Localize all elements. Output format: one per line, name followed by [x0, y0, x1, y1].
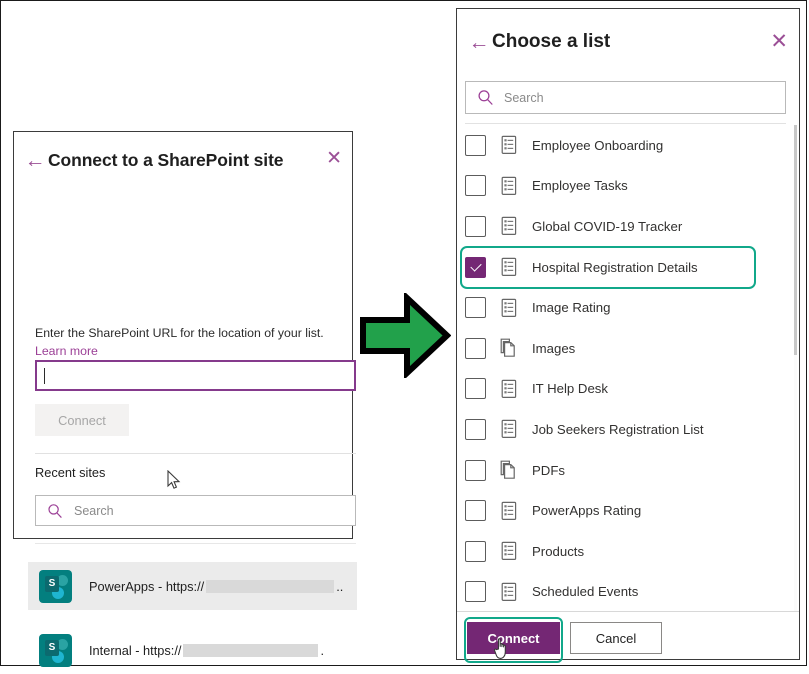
list-options-container[interactable]: Employee Onboarding Employee Tasks Global …: [458, 125, 799, 610]
checkbox-checked[interactable]: [465, 256, 486, 278]
back-arrow-icon[interactable]: ←: [466, 32, 492, 53]
search-icon: [466, 89, 504, 106]
list-item[interactable]: Products: [458, 531, 799, 572]
site-url-text: PowerApps - https:// ..: [89, 579, 343, 594]
list-item-label: Hospital Registration Details: [532, 259, 698, 275]
checkbox[interactable]: [465, 459, 486, 481]
cancel-button[interactable]: Cancel: [570, 622, 662, 654]
learn-more-link[interactable]: Learn more: [35, 344, 98, 358]
checkbox[interactable]: [465, 378, 486, 400]
right-arrow-icon: [360, 293, 451, 378]
list-icon: [500, 379, 518, 399]
library-icon: [500, 460, 518, 480]
choose-a-list-panel: ← Choose a list ✕ Search Employee Onboar…: [456, 8, 800, 663]
redacted-url: [183, 643, 319, 657]
list-item[interactable]: PDFs: [458, 450, 799, 491]
search-icon: [36, 503, 74, 519]
list-item[interactable]: Image Rating: [458, 287, 799, 328]
page-title: Connect to a SharePoint site: [48, 149, 284, 170]
scrollbar-thumb[interactable]: [794, 125, 797, 355]
list-item[interactable]: Job Seekers Registration List: [458, 409, 799, 450]
close-icon[interactable]: ✕: [326, 149, 342, 168]
divider: [457, 611, 799, 612]
list-icon: [500, 419, 518, 439]
left-panel-header: ← Connect to a SharePoint site: [22, 147, 346, 173]
list-item-label: Employee Onboarding: [532, 137, 664, 153]
list-item[interactable]: S Internal - https:// .: [28, 626, 357, 674]
connect-sharepoint-panel: ← Connect to a SharePoint site ✕ Enter t…: [13, 131, 357, 667]
right-panel-header: ← Choose a list: [466, 27, 792, 57]
list-item[interactable]: Scheduled Events: [458, 572, 799, 610]
search-placeholder: Search: [504, 90, 544, 105]
list-item-label: Employee Tasks: [532, 178, 628, 194]
list-item[interactable]: Employee Tasks: [458, 166, 799, 207]
site-label: Internal - https://: [89, 642, 182, 658]
list-item[interactable]: PowerApps Rating: [458, 490, 799, 531]
checkbox[interactable]: [465, 297, 486, 319]
list-item-label: Scheduled Events: [532, 584, 639, 600]
site-url-text: Internal - https:// .: [89, 643, 324, 658]
list-item-label: Global COVID-19 Tracker: [532, 218, 683, 234]
sharepoint-url-description: Enter the SharePoint URL for the locatio…: [35, 326, 324, 340]
list-item[interactable]: Global COVID-19 Tracker: [458, 206, 799, 247]
sharepoint-icon: S: [39, 633, 72, 667]
redacted-url: [206, 579, 335, 593]
library-icon: [500, 338, 518, 358]
list-icon: [500, 257, 518, 277]
checkbox[interactable]: [465, 337, 486, 359]
checkbox[interactable]: [465, 581, 486, 603]
sharepoint-icon: S: [39, 569, 72, 603]
list-item-label: PDFs: [532, 462, 565, 478]
list-item-label: Images: [532, 340, 576, 356]
list-search-input[interactable]: Search: [465, 81, 786, 114]
connect-button-disabled[interactable]: Connect: [35, 404, 129, 436]
list-item-label: PowerApps Rating: [532, 503, 642, 519]
list-icon: [500, 176, 518, 196]
page-title: Choose a list: [492, 31, 611, 52]
close-icon[interactable]: ✕: [770, 31, 788, 52]
recent-sites-search-input[interactable]: Search: [35, 495, 356, 526]
sharepoint-url-input[interactable]: [35, 360, 356, 391]
site-trailing: .: [320, 642, 325, 658]
connect-button[interactable]: Connect: [467, 622, 560, 654]
list-icon: [500, 582, 518, 602]
list-item-label: IT Help Desk: [532, 381, 608, 397]
list-icon: [500, 541, 518, 561]
list-item[interactable]: Hospital Registration Details: [458, 247, 799, 288]
list-item[interactable]: S PowerApps - https:// ..: [28, 562, 357, 610]
search-placeholder: Search: [74, 503, 114, 518]
list-icon: [500, 135, 518, 155]
mouse-cursor-hand-icon: [493, 638, 506, 659]
list-item[interactable]: IT Help Desk: [458, 369, 799, 410]
checkbox[interactable]: [465, 175, 486, 197]
divider: [35, 453, 356, 454]
list-icon: [500, 501, 518, 521]
checkbox[interactable]: [465, 134, 486, 156]
checkbox[interactable]: [465, 540, 486, 562]
back-arrow-icon[interactable]: ←: [22, 150, 48, 171]
checkbox[interactable]: [465, 500, 486, 522]
list-icon: [500, 216, 518, 236]
site-label: PowerApps - https://: [89, 578, 205, 594]
site-trailing: ..: [336, 578, 344, 594]
divider: [35, 543, 356, 544]
list-icon: [500, 298, 518, 318]
list-item-label: Image Rating: [532, 300, 611, 316]
list-item-label: Products: [532, 543, 585, 559]
list-item[interactable]: Images: [458, 328, 799, 369]
text-caret: [44, 367, 45, 384]
list-item[interactable]: Employee Onboarding: [458, 125, 799, 166]
mouse-cursor-arrow-icon: [167, 470, 181, 489]
recent-sites-label: Recent sites: [35, 465, 106, 480]
divider: [465, 123, 786, 124]
checkbox[interactable]: [465, 215, 486, 237]
list-item-label: Job Seekers Registration List: [532, 421, 704, 437]
checkbox[interactable]: [465, 418, 486, 440]
